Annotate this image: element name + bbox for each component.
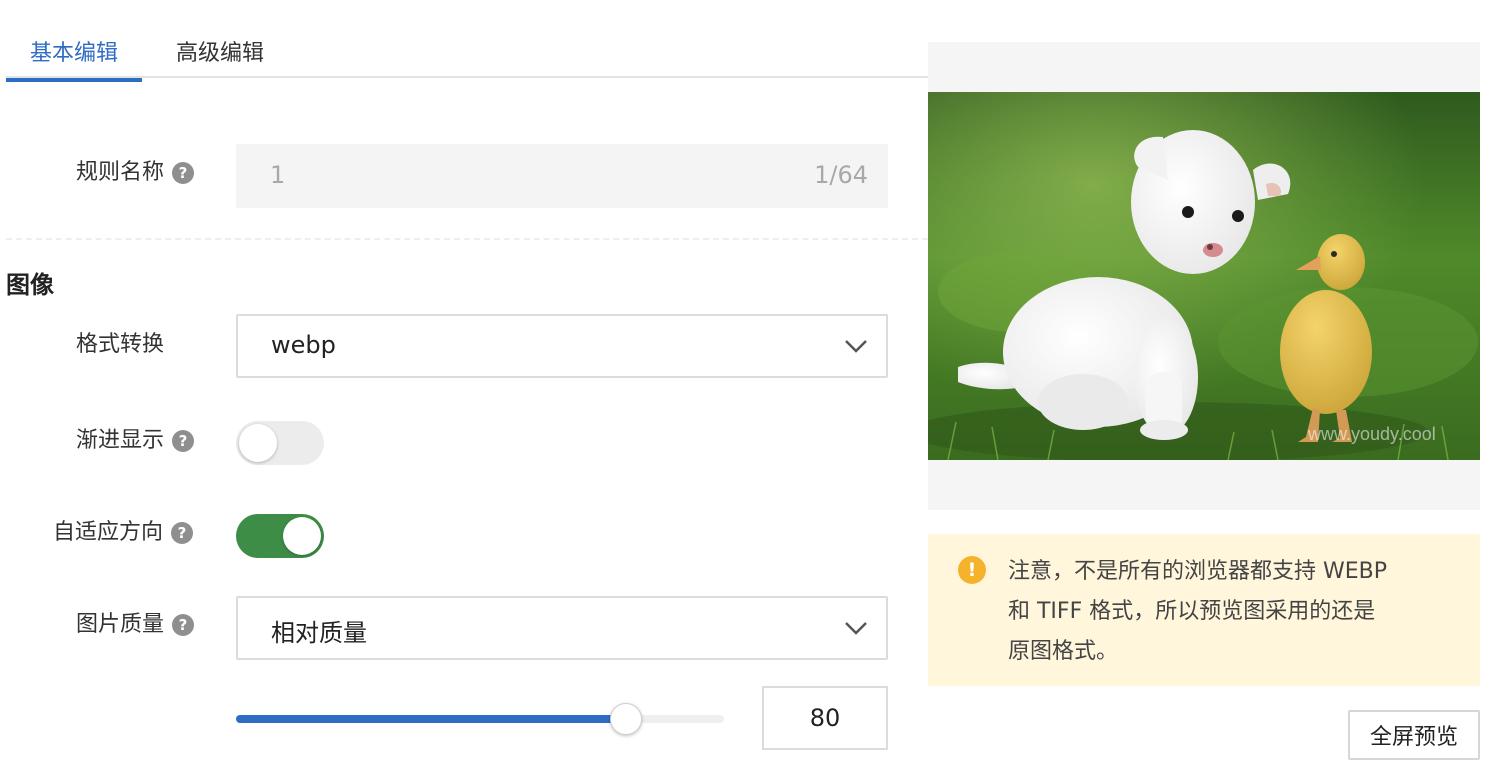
switch-knob — [239, 424, 277, 462]
notice-line-3: 原图格式。 — [1008, 639, 1119, 664]
tab-advanced-edit[interactable]: 高级编辑 — [152, 40, 288, 78]
help-icon[interactable]: ? — [172, 614, 195, 636]
help-icon[interactable]: ? — [172, 162, 195, 184]
quality-number-input[interactable]: 80 — [762, 686, 888, 750]
auto-orient-label: 自适应方向 ? — [53, 518, 194, 548]
format-convert-label-text: 格式转换 — [76, 332, 165, 357]
warning-icon: ! — [958, 556, 986, 584]
chevron-down-icon — [845, 622, 867, 635]
format-convert-select[interactable]: webp — [236, 314, 888, 378]
progressive-label: 渐进显示 ? — [76, 426, 195, 456]
fullscreen-preview-button[interactable]: 全屏预览 — [1348, 710, 1480, 760]
section-divider — [6, 238, 928, 240]
format-notice: ! 注意，不是所有的浏览器都支持 WEBP 和 TIFF 格式，所以预览图采用的… — [928, 534, 1480, 686]
quality-label-text: 图片质量 — [76, 612, 165, 637]
watermark-text: www.youdy.cool — [1307, 424, 1436, 444]
format-convert-label: 格式转换 — [76, 330, 164, 360]
rule-name-counter: 1/64 — [814, 161, 868, 189]
slider-fill — [236, 715, 626, 723]
format-convert-value: webp — [271, 331, 336, 359]
slider-thumb[interactable] — [610, 703, 642, 735]
quality-mode-value: 相对质量 — [271, 619, 367, 647]
preview-panel: www.youdy.cool — [928, 42, 1480, 510]
puppy-duckling-photo: www.youdy.cool — [928, 92, 1480, 460]
progressive-label-text: 渐进显示 — [76, 428, 165, 453]
notice-text: 注意，不是所有的浏览器都支持 WEBP 和 TIFF 格式，所以预览图采用的还是… — [1008, 552, 1458, 672]
auto-orient-switch[interactable] — [236, 514, 324, 558]
progressive-switch[interactable] — [236, 421, 324, 465]
auto-orient-label-text: 自适应方向 — [53, 520, 164, 545]
section-title-image: 图像 — [6, 271, 54, 299]
rule-name-label-text: 规则名称 — [76, 160, 165, 185]
quality-mode-select[interactable]: 相对质量 — [236, 596, 888, 660]
help-icon[interactable]: ? — [171, 522, 194, 544]
switch-knob — [283, 517, 321, 555]
notice-line-1: 注意，不是所有的浏览器都支持 WEBP — [1008, 559, 1388, 584]
rule-name-label: 规则名称 ? — [76, 158, 195, 188]
chevron-down-icon — [845, 340, 867, 353]
rule-name-value: 1 — [270, 161, 286, 189]
quality-label: 图片质量 ? — [76, 610, 195, 640]
rule-name-input[interactable]: 1 1/64 — [236, 144, 888, 208]
help-icon[interactable]: ? — [172, 430, 195, 452]
notice-line-2: 和 TIFF 格式，所以预览图采用的还是 — [1008, 599, 1376, 624]
tab-basic-edit[interactable]: 基本编辑 — [6, 40, 143, 82]
preview-image: www.youdy.cool — [928, 92, 1480, 460]
edit-tabs: 基本编辑 高级编辑 — [6, 34, 928, 82]
quality-slider[interactable] — [236, 702, 724, 736]
